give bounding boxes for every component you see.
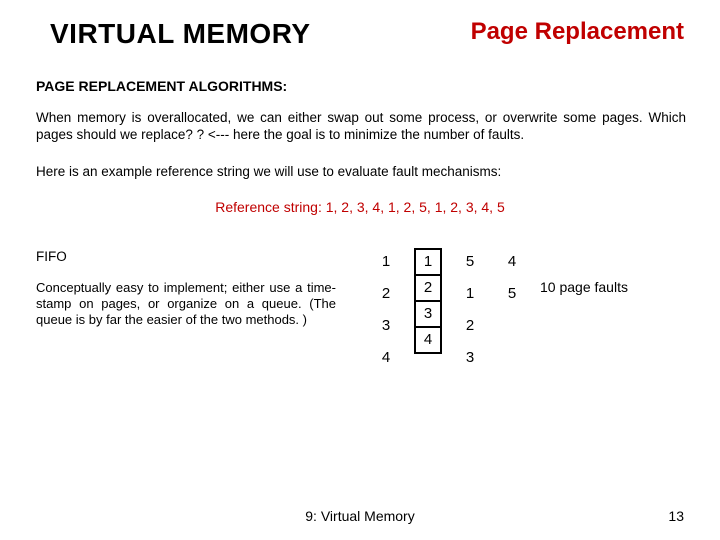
cell (498, 345, 526, 371)
cell: 5 (498, 281, 526, 307)
cell: 2 (372, 281, 400, 307)
reference-string: Reference string: 1, 2, 3, 4, 1, 2, 5, 1… (0, 179, 720, 215)
slide-title-right: Page Replacement (471, 18, 684, 46)
page-faults-label: 10 page faults (540, 249, 628, 295)
paragraph-example-intro: Here is an example reference string we w… (0, 144, 720, 179)
cell: 5 (456, 249, 484, 275)
cell: 4 (498, 249, 526, 275)
cell: 4 (372, 345, 400, 371)
cell: 1 (414, 248, 442, 276)
table-col-1-boxed: 1 2 3 4 (414, 249, 442, 353)
cell: 1 (372, 249, 400, 275)
cell: 2 (456, 313, 484, 339)
fifo-label: FIFO (36, 249, 336, 280)
cell: 3 (414, 300, 442, 328)
cell: 1 (456, 281, 484, 307)
cell: 4 (414, 326, 442, 354)
paragraph-overallocated: When memory is overallocated, we can eit… (0, 94, 720, 144)
cell: 2 (414, 274, 442, 302)
cell (498, 313, 526, 339)
fifo-description: Conceptually easy to implement; either u… (36, 280, 336, 329)
table-col-3: 4 5 (498, 249, 526, 371)
table-col-0: 1 2 3 4 (372, 249, 400, 371)
table-col-2: 5 1 2 3 (456, 249, 484, 371)
cell: 3 (372, 313, 400, 339)
section-heading: PAGE REPLACEMENT ALGORITHMS: (0, 50, 720, 94)
page-number: 13 (668, 508, 684, 524)
cell: 3 (456, 345, 484, 371)
fifo-table: 1 2 3 4 1 2 3 4 5 1 2 3 4 5 10 page faul… (372, 249, 628, 371)
footer-center: 9: Virtual Memory (0, 508, 720, 524)
slide-title-left: VIRTUAL MEMORY (50, 18, 311, 50)
